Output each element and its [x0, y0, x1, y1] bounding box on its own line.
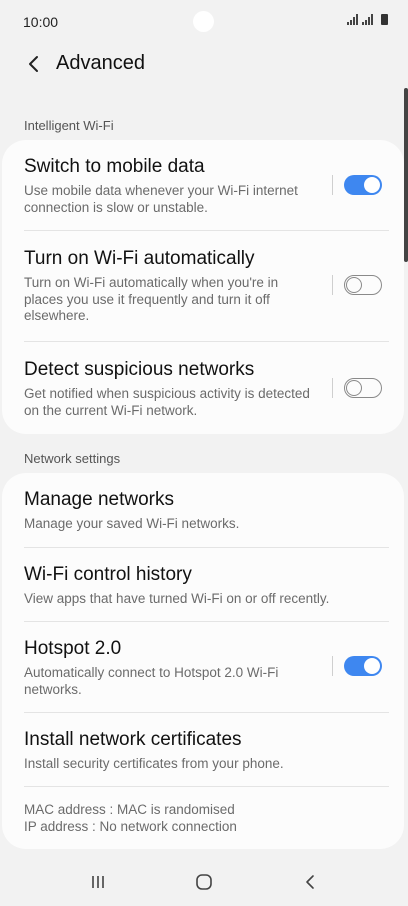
item-subtitle: Install security certificates from your … — [24, 756, 284, 771]
item-title: Manage networks — [24, 489, 174, 510]
item-subtitle: Use mobile data whenever your Wi-Fi inte… — [24, 183, 298, 215]
hotspot-2-item[interactable]: Hotspot 2.0 Automatically connect to Hot… — [2, 622, 404, 712]
status-icons — [347, 14, 388, 25]
app-bar: Advanced — [0, 44, 408, 88]
status-time: 10:00 — [23, 14, 59, 30]
switch-to-mobile-data-toggle[interactable] — [344, 175, 382, 195]
home-button[interactable] — [189, 870, 219, 894]
divider — [24, 786, 389, 787]
signal-icon-2 — [362, 14, 373, 25]
section-label-intelligent-wifi: Intelligent Wi-Fi — [24, 118, 114, 133]
page-title: Advanced — [56, 52, 145, 74]
item-title: Hotspot 2.0 — [24, 638, 122, 659]
recent-apps-button[interactable] — [83, 870, 113, 894]
wifi-control-history-item[interactable]: Wi-Fi control history View apps that hav… — [2, 548, 404, 621]
detect-suspicious-networks-item[interactable]: Detect suspicious networks Get notified … — [2, 342, 404, 434]
recent-apps-icon — [92, 876, 104, 888]
home-icon — [196, 874, 212, 890]
item-subtitle: Automatically connect to Hotspot 2.0 Wi-… — [24, 665, 279, 697]
switch-to-mobile-data-item[interactable]: Switch to mobile data Use mobile data wh… — [2, 140, 404, 230]
back-icon — [306, 875, 314, 889]
back-button[interactable] — [22, 52, 46, 76]
ip-address-text: IP address : No network connection — [24, 819, 237, 834]
status-bar: 10:00 — [0, 0, 408, 44]
back-nav-button[interactable] — [295, 870, 325, 894]
item-subtitle: Turn on Wi-Fi automatically when you're … — [24, 275, 279, 323]
turn-on-wifi-automatically-item[interactable]: Turn on Wi-Fi automatically Turn on Wi-F… — [2, 231, 404, 341]
vertical-separator — [332, 378, 333, 398]
item-subtitle: View apps that have turned Wi-Fi on or o… — [24, 591, 330, 606]
item-title: Detect suspicious networks — [24, 359, 255, 380]
section-label-network-settings: Network settings — [24, 451, 121, 466]
install-network-certificates-item[interactable]: Install network certificates Install sec… — [2, 713, 404, 786]
network-settings-card: Manage networks Manage your saved Wi-Fi … — [2, 473, 404, 849]
vertical-separator — [332, 275, 333, 295]
item-title: Turn on Wi-Fi automatically — [24, 248, 255, 269]
mac-address-text: MAC address : MAC is randomised — [24, 802, 235, 817]
item-title: Wi-Fi control history — [24, 564, 192, 585]
detect-suspicious-networks-toggle[interactable] — [344, 378, 382, 398]
camera-cutout — [193, 11, 214, 32]
battery-icon — [381, 14, 388, 25]
vertical-separator — [332, 175, 333, 195]
manage-networks-item[interactable]: Manage networks Manage your saved Wi-Fi … — [2, 473, 404, 547]
item-title: Install network certificates — [24, 729, 242, 750]
navigation-bar — [0, 858, 408, 906]
vertical-separator — [332, 656, 333, 676]
scroll-indicator[interactable] — [404, 88, 408, 262]
chevron-left-icon — [29, 56, 38, 72]
hotspot-2-toggle[interactable] — [344, 656, 382, 676]
item-subtitle: Get notified when suspicious activity is… — [24, 386, 310, 418]
item-subtitle: Manage your saved Wi-Fi networks. — [24, 516, 240, 531]
intelligent-wifi-card: Switch to mobile data Use mobile data wh… — [2, 140, 404, 434]
item-title: Switch to mobile data — [24, 156, 205, 177]
turn-on-wifi-automatically-toggle[interactable] — [344, 275, 382, 295]
signal-icon — [347, 14, 358, 25]
